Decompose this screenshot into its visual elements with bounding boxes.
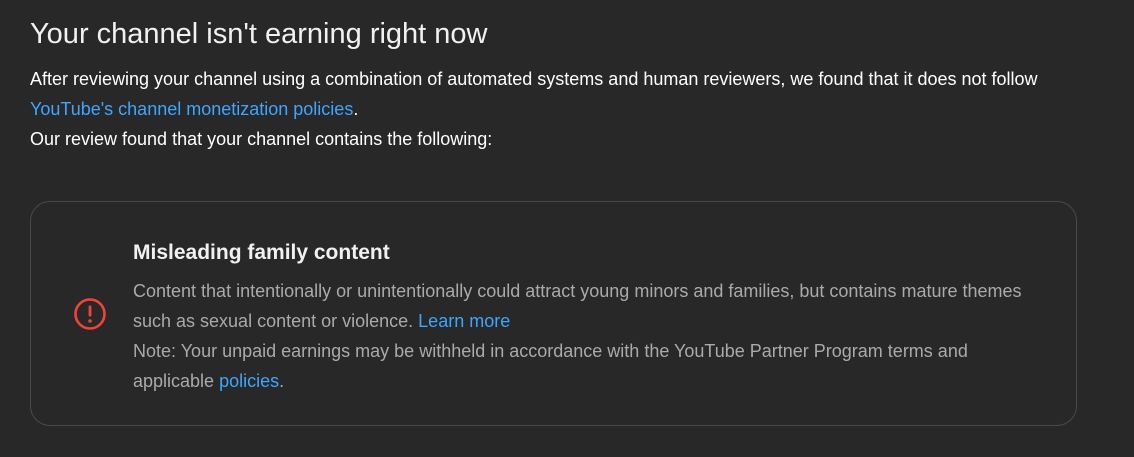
violation-description: Content that intentionally or unintentio… xyxy=(133,276,1048,336)
intro-line1-prefix: After reviewing your channel using a com… xyxy=(30,69,1038,89)
monetization-policies-link[interactable]: YouTube's channel monetization policies xyxy=(30,99,353,119)
page-title: Your channel isn't earning right now xyxy=(30,18,488,50)
error-circle-icon xyxy=(74,298,106,330)
violation-description-text: Content that intentionally or unintentio… xyxy=(133,281,1022,331)
violation-note-suffix: . xyxy=(279,371,285,391)
violation-note: Note: Your unpaid earnings may be withhe… xyxy=(133,336,1048,396)
intro-text: After reviewing your channel using a com… xyxy=(30,64,1090,154)
intro-paragraph: After reviewing your channel using a com… xyxy=(30,64,1090,124)
violation-title: Misleading family content xyxy=(133,241,390,264)
violation-card: Misleading family content Content that i… xyxy=(30,201,1077,426)
intro-line1-suffix: . xyxy=(353,99,359,119)
policies-link[interactable]: policies xyxy=(219,371,279,391)
learn-more-link[interactable]: Learn more xyxy=(418,311,510,331)
violation-body: Content that intentionally or unintentio… xyxy=(133,276,1048,396)
intro-review-line: Our review found that your channel conta… xyxy=(30,129,493,149)
